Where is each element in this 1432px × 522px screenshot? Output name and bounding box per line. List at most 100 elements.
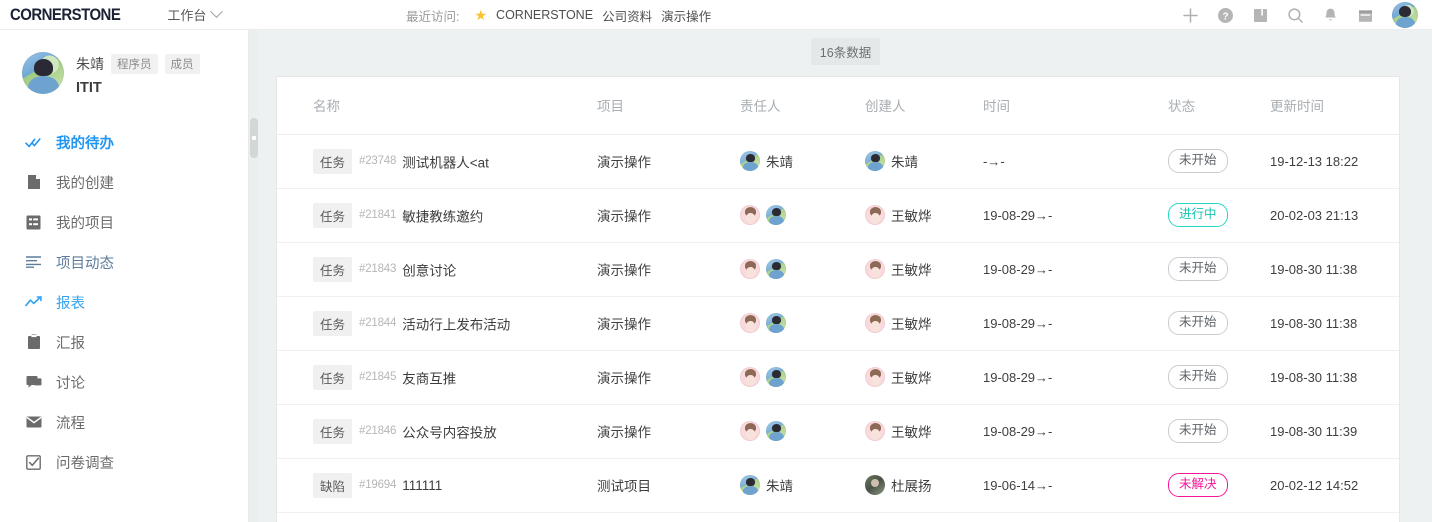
cell-time[interactable]: 19-08-29→-	[983, 188, 1168, 243]
recent-link-demo-ops[interactable]: 演示操作	[661, 6, 711, 25]
profile-name: 朱靖	[76, 56, 104, 72]
recent-link-cornerstone[interactable]: CORNERSTONE	[496, 8, 593, 22]
sidebar-item-my-projects[interactable]: 我的项目	[0, 202, 248, 242]
table-row[interactable]: 任务 #23748 测试机器人<at 演示操作 朱靖 朱靖 -→- 未开始 19-12-13 1…	[277, 134, 1399, 189]
creator-wrap: 杜展扬	[865, 475, 983, 495]
table-row[interactable]: 任务 #21843 创意讨论 演示操作 王敏烨 19-08-29→- 未开始 19-08-30…	[277, 242, 1399, 297]
status-badge[interactable]: 未开始	[1168, 365, 1228, 389]
owner-avatar[interactable]	[740, 205, 760, 225]
cell-time[interactable]: 19-08-29→-	[983, 242, 1168, 297]
column-header-status[interactable]: 状态	[1168, 77, 1270, 135]
cell-updated: 19-08-30 11:38	[1270, 296, 1399, 351]
owner-avatar[interactable]	[740, 367, 760, 387]
item-title-link[interactable]: 测试机器人<at	[402, 155, 489, 170]
item-title-link[interactable]: 公众号内容投放	[402, 425, 497, 440]
sidebar-item-discussion[interactable]: 讨论	[0, 362, 248, 402]
item-title-link[interactable]: 创意讨论	[402, 263, 456, 278]
owner-avatar[interactable]	[766, 313, 786, 333]
column-header-creator[interactable]: 创建人	[865, 77, 983, 135]
sidebar-item-project-activity[interactable]: 项目动态	[0, 242, 248, 282]
sidebar-item-report-submit[interactable]: 汇报	[0, 322, 248, 362]
item-title-link[interactable]: 友商互推	[402, 371, 456, 386]
cell-status: 未开始	[1168, 350, 1270, 405]
recent-link-company-info[interactable]: 公司资料	[602, 6, 652, 25]
creator-name: 朱靖	[891, 155, 918, 170]
column-header-updated[interactable]: 更新时间	[1270, 77, 1399, 135]
table-row[interactable]: 任务 #21841 敏捷教练邀约 演示操作 王敏烨 19-08-29→- 进行中 20-02-…	[277, 188, 1399, 243]
main-content: 16条数据 名称 项目 责任人 创建人 时间 状态 更新时间 任务 #23748 测…	[259, 30, 1432, 522]
plus-icon[interactable]	[1182, 7, 1199, 24]
cell-time[interactable]: -→-	[983, 134, 1168, 189]
status-badge[interactable]: 进行中	[1168, 203, 1228, 227]
cell-project[interactable]: 演示操作	[597, 242, 740, 297]
table-body: 任务 #23748 测试机器人<at 演示操作 朱靖 朱靖 -→- 未开始 19-12-13 1…	[277, 134, 1399, 513]
cell-time[interactable]: 19-08-29→-	[983, 296, 1168, 351]
status-badge[interactable]: 未开始	[1168, 257, 1228, 281]
bell-icon[interactable]	[1322, 7, 1339, 24]
sidebar-item-my-todo[interactable]: 我的待办	[0, 122, 248, 162]
time-range: -→-	[983, 153, 1005, 169]
owner-avatar[interactable]	[740, 475, 760, 495]
creator-avatar[interactable]	[865, 475, 885, 495]
owner-list: 朱靖	[740, 151, 865, 171]
owner-avatar[interactable]	[766, 421, 786, 441]
status-badge[interactable]: 未开始	[1168, 149, 1228, 173]
sidebar-profile: 朱靖 程序员 成员 ITIT	[0, 30, 248, 96]
sidebar-item-workflow[interactable]: 流程	[0, 402, 248, 442]
updated-time: 19-08-30 11:38	[1270, 369, 1358, 385]
cell-project[interactable]: 演示操作	[597, 350, 740, 405]
profile-avatar[interactable]	[22, 52, 64, 94]
column-header-project[interactable]: 项目	[597, 77, 740, 135]
owner-avatar[interactable]	[766, 205, 786, 225]
column-header-time[interactable]: 时间	[983, 77, 1168, 135]
cell-time[interactable]: 19-06-14→-	[983, 458, 1168, 513]
status-badge[interactable]: 未解决	[1168, 473, 1228, 497]
cell-time[interactable]: 19-08-29→-	[983, 404, 1168, 459]
cell-time[interactable]: 19-08-29→-	[983, 350, 1168, 405]
cell-project[interactable]: 演示操作	[597, 296, 740, 351]
creator-avatar[interactable]	[865, 367, 885, 387]
column-header-owner[interactable]: 责任人	[740, 77, 865, 135]
book-icon[interactable]	[1252, 7, 1269, 24]
owner-avatar[interactable]	[740, 313, 760, 333]
status-badge[interactable]: 未开始	[1168, 311, 1228, 335]
status-badge[interactable]: 未开始	[1168, 419, 1228, 443]
sidebar-collapse-handle[interactable]	[250, 118, 258, 158]
cell-project[interactable]: 演示操作	[597, 188, 740, 243]
column-header-name[interactable]: 名称	[277, 77, 597, 135]
cell-status: 未解决	[1168, 458, 1270, 513]
app-logo[interactable]: CORNERSTONE	[10, 5, 121, 25]
search-icon[interactable]	[1287, 7, 1304, 24]
cell-project[interactable]: 演示操作	[597, 404, 740, 459]
table-row[interactable]: 任务 #21844 活动行上发布活动 演示操作 王敏烨 19-08-29→- 未开始 19-0…	[277, 296, 1399, 351]
table-row[interactable]: 缺陷 #19694 111111 测试项目 朱靖 杜展扬 19-06-14→- 未解决 20-0…	[277, 458, 1399, 513]
help-icon[interactable]: ?	[1217, 7, 1234, 24]
table-row[interactable]: 任务 #21845 友商互推 演示操作 王敏烨 19-08-29→- 未开始 19-08-30…	[277, 350, 1399, 405]
file-icon	[25, 174, 42, 190]
item-title-link[interactable]: 111111	[402, 478, 442, 493]
owner-avatar[interactable]	[740, 421, 760, 441]
item-title-link[interactable]: 活动行上发布活动	[402, 317, 510, 332]
sidebar-item-reports[interactable]: 报表	[0, 282, 248, 322]
cell-project[interactable]: 演示操作	[597, 134, 740, 189]
owner-list	[740, 313, 865, 333]
creator-avatar[interactable]	[865, 313, 885, 333]
owner-avatar[interactable]	[740, 151, 760, 171]
creator-wrap: 王敏烨	[865, 313, 983, 333]
sidebar-item-survey[interactable]: 问卷调查	[0, 442, 248, 482]
calendar-icon[interactable]	[1357, 7, 1374, 24]
owner-avatar[interactable]	[766, 367, 786, 387]
user-avatar[interactable]	[1392, 2, 1418, 28]
creator-avatar[interactable]	[865, 151, 885, 171]
creator-avatar[interactable]	[865, 421, 885, 441]
cell-project[interactable]: 测试项目	[597, 458, 740, 513]
sidebar-item-my-created[interactable]: 我的创建	[0, 162, 248, 202]
owner-name: 朱靖	[766, 479, 793, 494]
owner-avatar[interactable]	[740, 259, 760, 279]
creator-avatar[interactable]	[865, 205, 885, 225]
owner-avatar[interactable]	[766, 259, 786, 279]
item-title-link[interactable]: 敏捷教练邀约	[402, 209, 483, 224]
table-row[interactable]: 任务 #21846 公众号内容投放 演示操作 王敏烨 19-08-29→- 未开始 19-08…	[277, 404, 1399, 459]
workspace-switcher[interactable]: 工作台	[167, 5, 224, 24]
creator-avatar[interactable]	[865, 259, 885, 279]
